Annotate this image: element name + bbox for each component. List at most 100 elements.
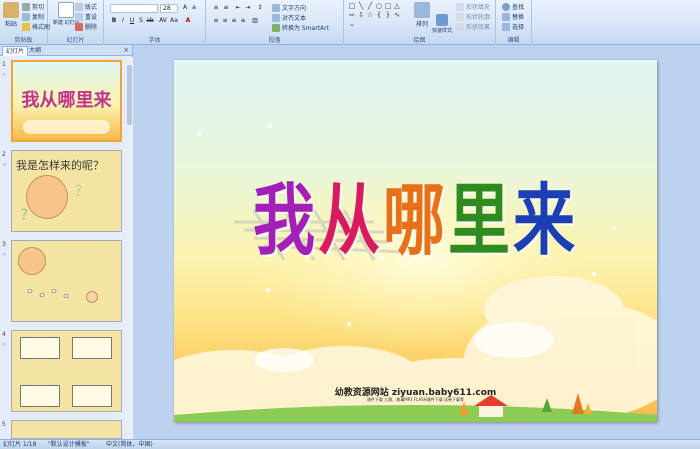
font-group: 28 A a B I U S ab AV Aa A 字体 xyxy=(104,0,206,45)
align-left-button[interactable]: ≡ xyxy=(212,17,220,25)
diagram-box xyxy=(72,385,112,407)
slides-pane: 幻灯片 大纲 × 1 ☆ 我从哪里来 2 ☆ 我是怎样来的呢？ ? ? 3 ☆ xyxy=(0,45,133,439)
text-direction-button[interactable]: 文字方向 xyxy=(272,3,306,12)
slide-count: 幻灯片 1/18 xyxy=(3,441,37,448)
transition-icon: ☆ xyxy=(2,162,7,168)
tab-outline[interactable]: 大纲 xyxy=(26,46,44,56)
decrease-indent-button[interactable]: ⇤ xyxy=(234,4,242,12)
slide-title[interactable]: 我从哪里来 xyxy=(174,157,657,270)
delete-button[interactable]: 删除 xyxy=(75,22,97,31)
thumbnail-number: 1 xyxy=(2,61,6,68)
reset-button[interactable]: 重设 xyxy=(75,12,97,21)
grow-font-button[interactable]: A xyxy=(181,4,189,12)
align-text-icon xyxy=(272,13,280,22)
replace-icon xyxy=(502,12,510,21)
shape-brace-icon[interactable]: { xyxy=(375,11,383,19)
status-bar: 幻灯片 1/18 "默认设计模板" 中文(简体，中国) xyxy=(0,439,700,449)
shape-arrow2-icon[interactable]: ⇩ xyxy=(357,11,365,19)
bold-button[interactable]: B xyxy=(110,17,118,25)
transition-icon: ☆ xyxy=(2,342,7,348)
diagram-box xyxy=(20,385,60,407)
transition-icon: ☆ xyxy=(2,252,7,258)
slides-group: 新建 幻灯片 版式 重设 删除 幻灯片 xyxy=(48,0,104,45)
align-center-button[interactable]: ≡ xyxy=(221,17,229,25)
justify-button[interactable]: ≡ xyxy=(239,17,247,25)
slide-thumbnail[interactable]: 我从哪里来 xyxy=(11,60,122,142)
change-case-button[interactable]: Aa xyxy=(170,17,178,25)
shape-effects-button[interactable]: 形状效果 xyxy=(456,22,490,31)
slide-thumbnail[interactable] xyxy=(11,420,122,439)
slide-thumbnail[interactable] xyxy=(11,330,122,412)
columns-button[interactable]: ▥ xyxy=(251,17,259,25)
scrollbar-thumb[interactable] xyxy=(127,65,132,125)
bullets-button[interactable]: ≡ xyxy=(212,4,220,12)
diagram-box xyxy=(20,337,60,359)
shape-star-icon[interactable]: ☆ xyxy=(366,11,374,19)
thumbnail-number: 4 xyxy=(2,331,6,338)
child-illustration xyxy=(26,175,68,219)
find-button[interactable]: 查找 xyxy=(502,2,524,11)
clipboard-group: 粘贴 剪切 复制 格式刷 剪贴板 xyxy=(0,0,50,45)
cloud-shape xyxy=(23,120,110,134)
thumbnail-number: 3 xyxy=(2,241,6,248)
shape-more-icon[interactable]: ⌄ xyxy=(348,20,356,28)
align-text-button[interactable]: 对齐文本 xyxy=(272,13,306,22)
align-right-button[interactable]: ≡ xyxy=(230,17,238,25)
reset-icon xyxy=(75,12,83,21)
shadow-button[interactable]: S xyxy=(137,17,145,25)
slide-thumbnail[interactable] xyxy=(11,240,122,322)
question-mark-icon: ? xyxy=(20,205,29,224)
increase-indent-button[interactable]: ⇥ xyxy=(244,4,252,12)
delete-icon xyxy=(75,22,83,31)
numbering-button[interactable]: ≡ xyxy=(222,4,230,12)
shape-curve-icon[interactable]: ∿ xyxy=(393,11,401,19)
arrange-icon xyxy=(414,2,430,18)
select-icon xyxy=(502,22,510,31)
shape-outline-button[interactable]: 形状轮廓 xyxy=(456,12,490,21)
smartart-button[interactable]: 转换为 SmartArt xyxy=(272,23,329,32)
copy-button[interactable]: 复制 xyxy=(22,12,44,21)
replace-button[interactable]: 替换 xyxy=(502,12,524,21)
arrange-button[interactable]: 排列 xyxy=(414,2,430,28)
slide-canvas[interactable]: 我从哪里来 幼教资源网站 ziyuan.baby611.com 课件下载 儿歌、… xyxy=(174,60,657,422)
shape-square-icon[interactable]: □ xyxy=(384,2,392,10)
drawing-group: □ ╲ ╱ ○ □ △ ⇨ ⇩ ☆ { } ∿ ⌄ 排列 快速样式 形状填充 形… xyxy=(344,0,496,45)
shape-arrow-icon[interactable]: ⇨ xyxy=(348,11,356,19)
layout-button[interactable]: 版式 xyxy=(75,2,97,11)
format-painter-button[interactable]: 格式刷 xyxy=(22,22,50,31)
shape-brace2-icon[interactable]: } xyxy=(384,11,392,19)
char-spacing-button[interactable]: AV xyxy=(159,17,167,25)
italic-button[interactable]: I xyxy=(119,17,127,25)
font-name-combo[interactable] xyxy=(110,4,158,13)
fill-icon xyxy=(456,2,464,11)
line-spacing-button[interactable]: ↕ xyxy=(256,4,264,12)
title-char: 来 xyxy=(513,174,579,266)
child-illustration xyxy=(18,247,46,275)
shape-triangle-icon[interactable]: △ xyxy=(393,2,401,10)
pane-tabs: 幻灯片 大纲 × xyxy=(0,45,132,56)
slide-thumbnail[interactable]: 我是怎样来的呢？ ? ? xyxy=(11,150,122,232)
select-button[interactable]: 选择 xyxy=(502,22,524,31)
text-direction-icon xyxy=(272,3,280,12)
shape-oval-icon[interactable]: ○ xyxy=(375,2,383,10)
paste-button[interactable]: 粘贴 xyxy=(3,2,19,28)
clipboard-label: 剪贴板 xyxy=(14,37,33,44)
layout-icon xyxy=(75,2,83,11)
tab-slides[interactable]: 幻灯片 xyxy=(2,46,29,56)
thumbnail-scrollbar[interactable] xyxy=(126,57,133,439)
font-size-combo[interactable]: 28 xyxy=(160,4,178,13)
scissors-icon xyxy=(22,2,30,11)
title-char: 里 xyxy=(448,174,514,266)
underline-button[interactable]: U xyxy=(128,17,136,25)
shape-line2-icon[interactable]: ╱ xyxy=(366,2,374,10)
shape-line-icon[interactable]: ╲ xyxy=(357,2,365,10)
quick-styles-button[interactable]: 快速样式 xyxy=(432,14,452,34)
shape-rect-icon[interactable]: □ xyxy=(348,2,356,10)
shrink-font-button[interactable]: a xyxy=(190,4,198,12)
font-color-button[interactable]: A xyxy=(184,17,192,25)
close-icon[interactable]: × xyxy=(123,46,129,54)
strikethrough-button[interactable]: ab xyxy=(146,17,154,25)
cut-button[interactable]: 剪切 xyxy=(22,2,44,11)
shape-fill-button[interactable]: 形状填充 xyxy=(456,2,490,11)
language-status[interactable]: 中文(简体，中国) xyxy=(106,440,153,449)
